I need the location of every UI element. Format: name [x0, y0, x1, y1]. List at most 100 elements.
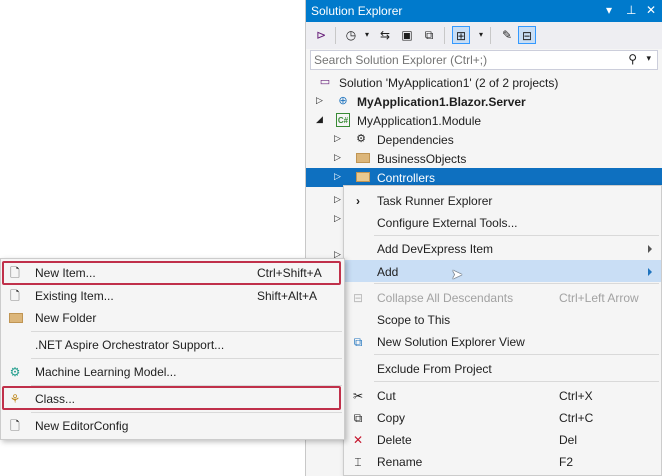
menu-item-shortcut: F2	[559, 455, 574, 469]
new-view-icon: ⧉	[353, 335, 363, 349]
menu-item-new-editorconfig[interactable]: 🗋 New EditorConfig	[1, 415, 344, 437]
tree-row-solution[interactable]: ▭ Solution 'MyApplication1' (2 of 2 proj…	[306, 73, 662, 92]
context-menu: › Task Runner Explorer Configure Externa…	[343, 185, 662, 476]
search-icon[interactable]: ⚲	[628, 52, 637, 66]
search-input[interactable]	[314, 52, 614, 68]
menu-item-scope-to-this[interactable]: Scope to This	[344, 309, 661, 331]
toolbar-divider	[444, 27, 445, 44]
menu-item-label: New EditorConfig	[35, 419, 129, 433]
menu-item-add[interactable]: Add ➤	[344, 260, 661, 282]
menu-item-rename[interactable]: ⌶ Rename F2	[344, 451, 661, 473]
chevron-right-icon: ›	[356, 194, 360, 208]
panel-options-button[interactable]: ▾	[606, 3, 612, 17]
hierarchy-view-icon[interactable]: ⊞	[452, 26, 470, 44]
menu-item-exclude-from-project[interactable]: Exclude From Project	[344, 358, 661, 380]
tree-label: Controllers	[377, 171, 436, 185]
properties-wrench-icon[interactable]: ✎	[498, 26, 516, 44]
menu-item-label: Class...	[35, 392, 76, 406]
solution-icon: ▭	[319, 76, 331, 88]
menu-item-label: Task Runner Explorer	[377, 194, 493, 208]
folder-icon	[356, 172, 370, 182]
menu-item-configure-external-tools[interactable]: Configure External Tools...	[344, 212, 661, 234]
new-item-icon: 🗋	[10, 266, 20, 280]
menu-item-new-item[interactable]: 🗋 New Item... Ctrl+Shift+A	[1, 262, 344, 284]
submenu-arrow-icon	[648, 268, 652, 276]
panel-title-bar: Solution Explorer ▾ ⊥ ✕	[306, 0, 662, 22]
tree-row-dependencies[interactable]: ▷ ⚙ Dependencies	[306, 130, 662, 149]
search-box[interactable]: ⚲ ▾	[310, 50, 658, 70]
menu-item-machine-learning-model[interactable]: ⚙ Machine Learning Model...	[1, 361, 344, 383]
dependencies-icon: ⚙	[356, 133, 366, 145]
tree-row-businessobjects[interactable]: ▷ BusinessObjects	[306, 149, 662, 168]
new-folder-icon	[9, 313, 23, 323]
menu-item-label: .NET Aspire Orchestrator Support...	[35, 338, 225, 352]
tree-label: MyApplication1.Module	[357, 114, 482, 128]
chevron-down-icon[interactable]: ▾	[472, 26, 490, 44]
expand-arrow-icon[interactable]: ▷	[334, 152, 341, 163]
menu-item-existing-item[interactable]: 🗋 Existing Item... Shift+Alt+A	[1, 285, 344, 307]
expand-arrow-icon[interactable]: ▷	[334, 133, 341, 144]
scissors-icon: ✂	[352, 389, 364, 403]
existing-item-icon: 🗋	[10, 289, 20, 303]
menu-item-task-runner-explorer[interactable]: › Task Runner Explorer	[344, 190, 661, 212]
chevron-down-icon[interactable]: ▾	[358, 26, 376, 44]
expand-arrow-icon[interactable]: ▷	[334, 194, 341, 205]
menu-item-label: New Folder	[35, 311, 97, 325]
mouse-cursor-icon: ➤	[451, 266, 463, 282]
menu-item-label: Configure External Tools...	[377, 216, 518, 230]
expand-arrow-icon[interactable]: ▷	[334, 213, 341, 224]
tree-row-blazor-server[interactable]: ▷ ⊕ MyApplication1.Blazor.Server	[306, 92, 662, 111]
menu-item-new-folder[interactable]: New Folder	[1, 307, 344, 329]
copy-icon: ⧉	[353, 411, 363, 425]
collapse-all-icon[interactable]: ▣	[398, 26, 416, 44]
submenu-arrow-icon	[648, 245, 652, 253]
folder-icon	[356, 153, 370, 163]
close-icon[interactable]: ✕	[646, 3, 656, 17]
menu-item-label: Existing Item...	[35, 289, 114, 303]
menu-item-delete[interactable]: ✕ Delete Del	[344, 429, 661, 451]
menu-item-cut[interactable]: ✂ Cut Ctrl+X	[344, 385, 661, 407]
editorconfig-icon: 🗋	[10, 419, 20, 433]
menu-divider	[31, 412, 342, 413]
tree-row-module[interactable]: ◢ C# MyApplication1.Module	[306, 111, 662, 130]
machine-learning-icon: ⚙	[9, 365, 21, 379]
menu-item-collapse-all-descendants[interactable]: ⊟ Collapse All Descendants Ctrl+Left Arr…	[344, 287, 661, 309]
csharp-project-icon: C#	[336, 113, 350, 127]
pin-icon[interactable]: ⊥	[626, 3, 636, 17]
menu-item-new-solution-explorer-view[interactable]: ⧉ New Solution Explorer View	[344, 331, 661, 353]
add-submenu: 🗋 New Item... Ctrl+Shift+A 🗋 Existing It…	[0, 258, 345, 440]
menu-item-label: New Item...	[35, 266, 96, 280]
menu-item-label: New Solution Explorer View	[377, 335, 525, 349]
chevron-down-icon[interactable]: ▾	[646, 53, 651, 64]
menu-item-class[interactable]: ⚘ Class...	[1, 388, 344, 410]
show-all-files-icon[interactable]: ⧉	[420, 26, 438, 44]
menu-item-add-devexpress-item[interactable]: Add DevExpress Item	[344, 238, 661, 260]
menu-item-aspire-orchestrator[interactable]: .NET Aspire Orchestrator Support...	[1, 334, 344, 356]
panel-toolbar: ⊳ ◷ ▾ ⇆ ▣ ⧉ ⊞ ▾ ✎ ⊟	[306, 22, 662, 49]
menu-item-label: Add DevExpress Item	[377, 242, 494, 256]
menu-divider	[374, 283, 659, 284]
collapse-icon: ⊟	[352, 291, 364, 305]
sync-icon[interactable]: ⇆	[376, 26, 394, 44]
menu-divider	[31, 358, 342, 359]
menu-item-shortcut: Ctrl+C	[559, 411, 594, 425]
rename-icon: ⌶	[354, 455, 362, 469]
toolbar-divider	[335, 27, 336, 44]
collapse-arrow-icon[interactable]: ◢	[316, 114, 323, 125]
preview-selected-icon[interactable]: ⊟	[518, 26, 536, 44]
menu-item-shortcut: Ctrl+Shift+A	[257, 266, 322, 280]
panel-title: Solution Explorer	[311, 4, 403, 18]
menu-item-shortcut: Ctrl+Left Arrow	[559, 291, 639, 305]
menu-item-copy[interactable]: ⧉ Copy Ctrl+C	[344, 407, 661, 429]
class-icon: ⚘	[9, 392, 21, 406]
switch-views-icon[interactable]: ⊳	[312, 26, 330, 44]
menu-divider	[31, 331, 342, 332]
menu-item-label: Copy	[377, 411, 406, 425]
tree-label: Dependencies	[377, 133, 454, 147]
tree-label: MyApplication1.Blazor.Server	[357, 95, 526, 109]
expand-arrow-icon[interactable]: ▷	[316, 95, 323, 106]
menu-item-shortcut: Shift+Alt+A	[257, 289, 318, 303]
delete-icon: ✕	[352, 433, 364, 447]
expand-arrow-icon[interactable]: ▷	[334, 171, 341, 182]
menu-divider	[31, 385, 342, 386]
